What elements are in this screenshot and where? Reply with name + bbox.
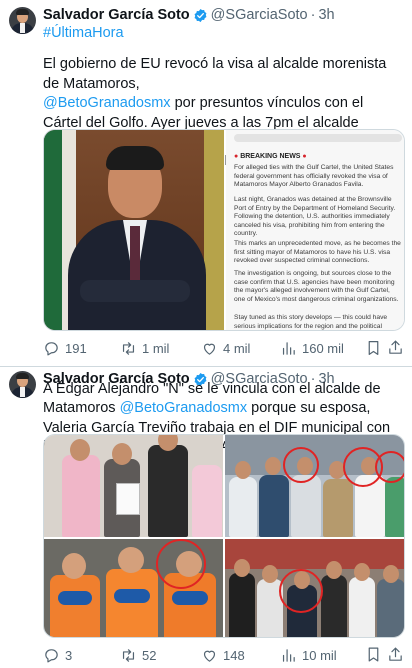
share-button[interactable] [387, 646, 404, 668]
bookmark-button[interactable] [365, 339, 382, 357]
reply-button[interactable]: 191 [43, 339, 87, 357]
doc-paragraph: This marks an unprecedented move, as he … [234, 240, 401, 265]
retweet-icon [122, 341, 135, 355]
like-button[interactable]: 148 [201, 646, 245, 664]
retweet-count: 52 [142, 647, 157, 663]
author-handle[interactable]: @SGarciaSoto [211, 6, 308, 25]
photo-group-event[interactable] [225, 539, 404, 637]
tweet-2[interactable]: Salvador García Soto @SGarciaSoto · 3h A… [0, 367, 412, 668]
share-button[interactable] [387, 339, 404, 361]
doc-paragraph: Stay tuned as this story develops — this… [234, 314, 388, 330]
reply-count: 191 [65, 340, 87, 356]
retweet-button[interactable]: 52 [120, 646, 156, 664]
views-icon [282, 341, 295, 355]
tweet-actions: 191 1 mil 4 mil 160 mil [43, 339, 405, 357]
author-avatar[interactable] [9, 7, 36, 34]
bookmark-icon [368, 647, 379, 662]
mayor-photo[interactable] [44, 130, 224, 330]
retweet-count: 1 mil [142, 340, 170, 356]
like-count: 4 mil [223, 340, 251, 356]
views-count: 160 mil [302, 340, 344, 356]
hashtag-link[interactable]: #ÚltimaHora [43, 24, 405, 43]
mention-text[interactable]: @BetoGranadosmx [43, 95, 171, 111]
separator-dot: · [310, 6, 316, 23]
author-name[interactable]: Salvador García Soto [43, 6, 190, 25]
verified-badge-icon [194, 8, 207, 22]
views-button[interactable]: 10 mil [280, 646, 337, 664]
tweet-time[interactable]: 3h [318, 6, 334, 25]
reply-count: 3 [65, 647, 73, 663]
doc-paragraph: For alleged ties with the Gulf Cartel, t… [234, 164, 394, 189]
reply-icon [45, 648, 58, 662]
doc-paragraph: Last night, Granados was detained at the… [234, 196, 396, 238]
tweet-media[interactable]: ● BREAKING NEWS ● For alleged ties with … [43, 129, 405, 331]
views-count: 10 mil [302, 647, 337, 663]
views-icon [282, 648, 295, 662]
photo-orange-jerseys[interactable] [44, 539, 223, 637]
share-icon [389, 340, 402, 354]
tweet-text-part: El gobierno de EU revocó la visa al alca… [43, 56, 387, 92]
like-count: 148 [223, 647, 245, 663]
like-button[interactable]: 4 mil [201, 339, 250, 357]
like-icon [203, 650, 216, 662]
bookmark-button[interactable] [365, 646, 382, 668]
share-icon [389, 647, 402, 661]
tweet-actions: 3 52 148 10 mil [43, 646, 405, 664]
retweet-button[interactable]: 1 mil [120, 339, 169, 357]
tweet-1[interactable]: Salvador García Soto @SGarciaSoto · 3h #… [0, 0, 412, 366]
views-button[interactable]: 160 mil [280, 339, 344, 357]
reply-icon [45, 341, 58, 355]
author-avatar[interactable] [9, 371, 36, 398]
doc-paragraph: The investigation is ongoing, but source… [234, 270, 399, 303]
bookmark-icon [368, 341, 379, 355]
news-screenshot[interactable]: ● BREAKING NEWS ● For alleged ties with … [226, 130, 404, 330]
tweet-header: Salvador García Soto @SGarciaSoto · 3h [43, 5, 335, 25]
tweet-media[interactable] [43, 434, 405, 638]
like-icon [203, 343, 216, 355]
photo-men-circled[interactable] [225, 435, 404, 537]
photo-women-certificate[interactable] [44, 435, 223, 537]
retweet-icon [122, 648, 135, 662]
mention-link[interactable]: @BetoGranadosmx [120, 400, 248, 416]
reply-button[interactable]: 3 [43, 646, 72, 664]
breaking-heading: ● BREAKING NEWS ● [234, 153, 307, 160]
